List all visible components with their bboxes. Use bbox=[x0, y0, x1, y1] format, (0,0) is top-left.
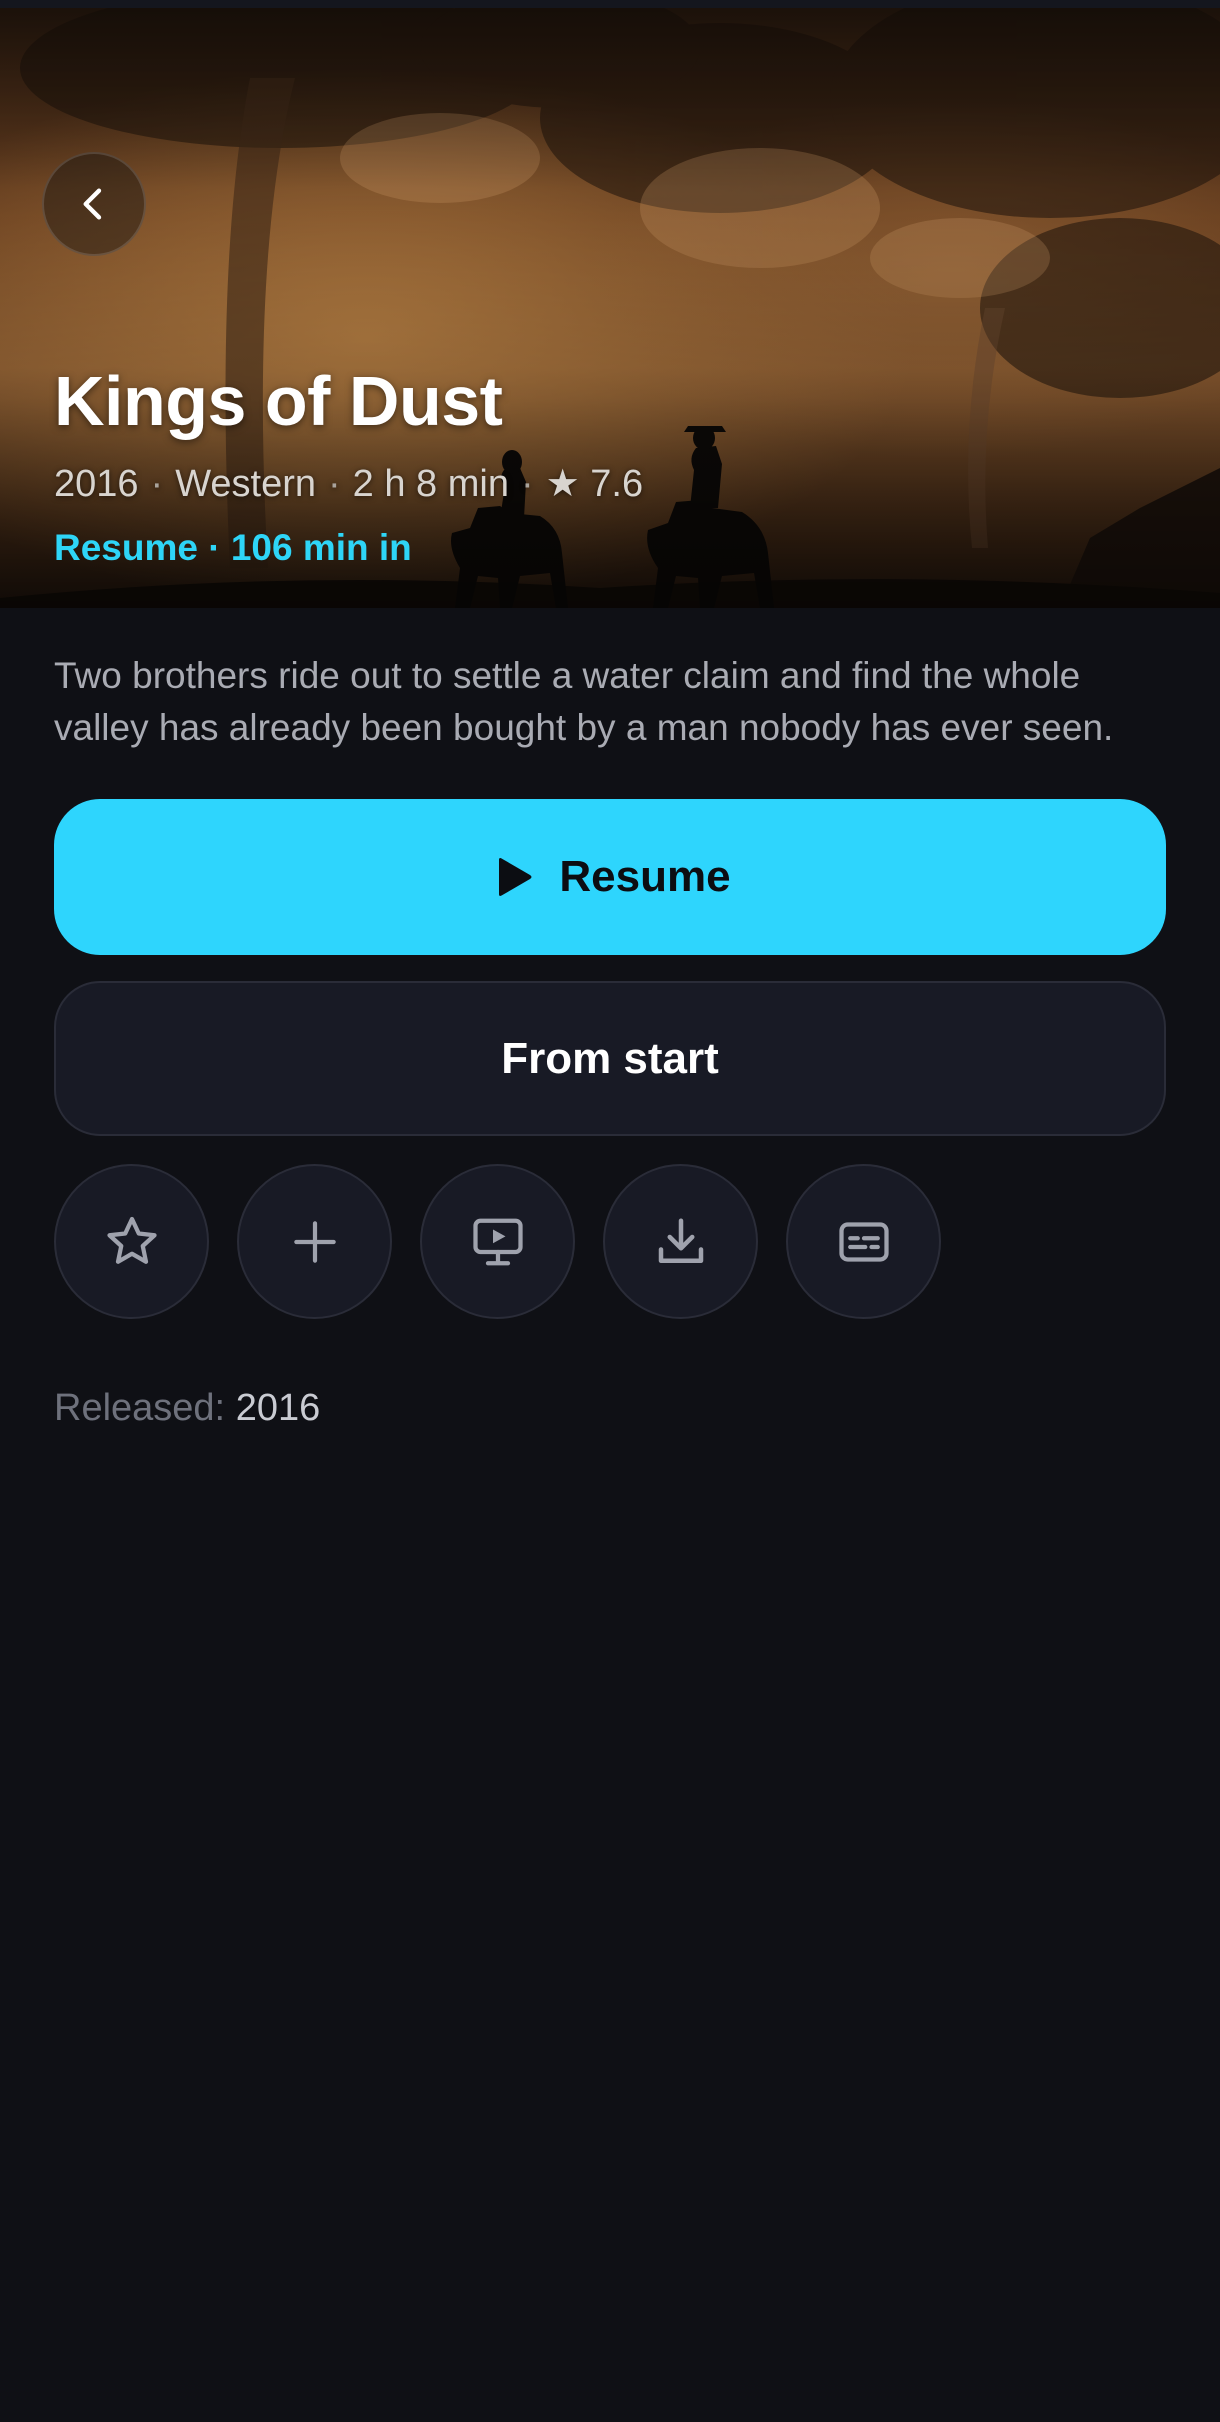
favorite-button[interactable] bbox=[54, 1164, 209, 1319]
chevron-left-icon bbox=[83, 188, 102, 220]
subtitles-icon bbox=[838, 1221, 889, 1262]
resume-button[interactable]: Resume bbox=[54, 799, 1166, 955]
hero-banner: Kings of Dust 2016 · Western · 2 h 8 min · ★ 7… bbox=[0, 8, 1220, 608]
from-start-button[interactable]: From start bbox=[54, 981, 1166, 1136]
download-button[interactable] bbox=[603, 1164, 758, 1319]
hero-info: Kings of Dust 2016 · Western · 2 h 8 min · ★ 7… bbox=[54, 356, 1166, 572]
cast-button[interactable] bbox=[420, 1164, 575, 1319]
meta-separator: · bbox=[150, 463, 164, 505]
watch-progress: Resume · 106 min in bbox=[54, 527, 412, 568]
action-row bbox=[54, 1164, 941, 1319]
status-bar bbox=[0, 0, 1220, 8]
cast-screen-icon bbox=[472, 1218, 523, 1265]
plus-icon bbox=[293, 1220, 336, 1263]
released-label: Released: bbox=[54, 1387, 226, 1429]
movie-title: Kings of Dust bbox=[54, 362, 503, 440]
movie-meta: 2016 · Western · 2 h 8 min · ★ 7.6 bbox=[54, 460, 1166, 508]
star-icon bbox=[106, 1216, 157, 1264]
meta-genre: Western bbox=[175, 463, 316, 505]
play-icon bbox=[499, 858, 532, 896]
release-info: Released: 2016 bbox=[54, 1382, 320, 1434]
meta-separator: · bbox=[328, 463, 341, 505]
movie-synopsis: Two brothers ride out to settle a water … bbox=[54, 655, 1114, 748]
meta-separator: · bbox=[520, 463, 534, 505]
download-icon bbox=[658, 1218, 703, 1263]
from-start-button-label: From start bbox=[501, 1033, 719, 1083]
add-to-list-button[interactable] bbox=[237, 1164, 392, 1319]
released-value: 2016 bbox=[235, 1387, 321, 1429]
meta-year: 2016 bbox=[54, 463, 139, 505]
meta-duration: 2 h 8 min bbox=[352, 463, 509, 505]
meta-rating: ★ 7.6 bbox=[545, 463, 644, 505]
resume-button-label: Resume bbox=[559, 852, 731, 901]
subtitles-button[interactable] bbox=[786, 1164, 941, 1319]
back-button[interactable] bbox=[42, 152, 146, 256]
movie-detail-screen: Kings of Dust 2016 · Western · 2 h 8 min · ★ 7… bbox=[0, 0, 1220, 2422]
